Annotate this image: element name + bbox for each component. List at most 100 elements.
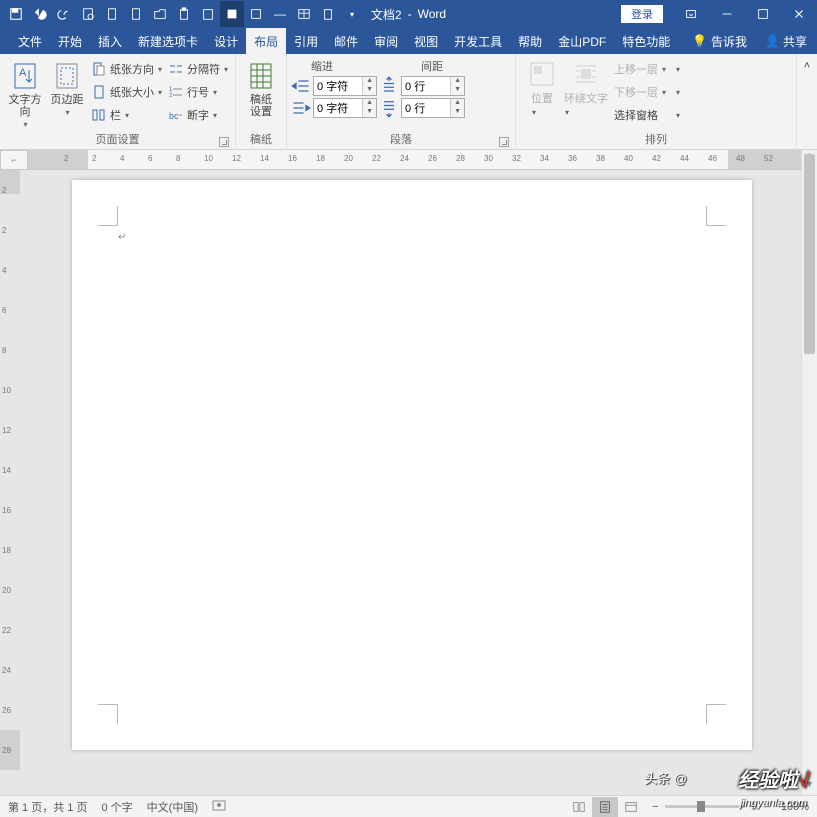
share-button[interactable]: 👤 共享 bbox=[765, 33, 807, 50]
align-button: ▾ bbox=[669, 58, 683, 80]
zoom-control[interactable]: − + 100% bbox=[652, 801, 809, 813]
tab-newopt[interactable]: 新建选项卡 bbox=[130, 28, 206, 54]
vertical-scrollbar[interactable]: ▲ ▼ bbox=[801, 150, 817, 795]
zoom-value[interactable]: 100% bbox=[763, 801, 809, 813]
tab-mailings[interactable]: 邮件 bbox=[326, 28, 366, 54]
tab-kingsoft-pdf[interactable]: 金山PDF bbox=[550, 28, 614, 54]
spacing-before-icon bbox=[379, 76, 399, 96]
dash-icon[interactable]: — bbox=[268, 1, 292, 27]
writing-paper-button[interactable]: 稿纸设置 bbox=[240, 56, 282, 118]
paste2-icon[interactable] bbox=[316, 1, 340, 27]
tab-review[interactable]: 审阅 bbox=[366, 28, 406, 54]
text-direction-button[interactable]: A 文字方向▾ bbox=[4, 56, 46, 131]
tab-home[interactable]: 开始 bbox=[50, 28, 90, 54]
view2-icon[interactable] bbox=[244, 1, 268, 27]
margins-button[interactable]: 页边距▾ bbox=[46, 56, 88, 119]
spacing-before-input[interactable]: ▲▼ bbox=[401, 76, 465, 96]
crop-mark bbox=[98, 206, 118, 226]
hyphenation-button[interactable]: bc断字▾ bbox=[165, 104, 231, 126]
indent-left-input[interactable]: ▲▼ bbox=[313, 76, 377, 96]
tab-insert[interactable]: 插入 bbox=[90, 28, 130, 54]
view1-icon[interactable] bbox=[220, 1, 244, 27]
read-mode-icon[interactable] bbox=[566, 797, 592, 817]
new-doc-icon[interactable] bbox=[100, 1, 124, 27]
language-status[interactable]: 中文(中国) bbox=[147, 799, 198, 815]
paragraph-dialog-icon[interactable] bbox=[499, 137, 509, 147]
minimize-icon[interactable] bbox=[709, 0, 745, 28]
doc-name: 文档2 bbox=[371, 6, 402, 23]
orientation-button[interactable]: 纸张方向▾ bbox=[88, 58, 165, 80]
open-icon[interactable] bbox=[148, 1, 172, 27]
group-paragraph: 缩进 间距 ▲▼ ▲▼ ▲▼ ▲▼ 段落 bbox=[287, 54, 516, 149]
page[interactable]: ↵ bbox=[72, 180, 752, 750]
ruler-corner[interactable]: ⌐ bbox=[0, 150, 28, 170]
collapse-ribbon-icon[interactable]: ˄ bbox=[797, 54, 817, 149]
tab-help[interactable]: 帮助 bbox=[510, 28, 550, 54]
page-setup-dialog-icon[interactable] bbox=[219, 137, 229, 147]
horizontal-ruler[interactable]: 2246810121416182022242628303234363840424… bbox=[28, 150, 801, 170]
print-preview-icon[interactable] bbox=[76, 1, 100, 27]
tell-me[interactable]: 💡 告诉我 bbox=[692, 33, 747, 50]
word-count[interactable]: 0 个字 bbox=[101, 799, 132, 815]
crop-mark bbox=[706, 704, 726, 724]
table-icon[interactable] bbox=[292, 1, 316, 27]
tab-references[interactable]: 引用 bbox=[286, 28, 326, 54]
line-numbers-icon: 12 bbox=[168, 84, 184, 100]
tab-special[interactable]: 特色功能 bbox=[614, 28, 678, 54]
titlebar: — ▾ 文档2 - Word 登录 bbox=[0, 0, 817, 28]
orientation-icon bbox=[91, 61, 107, 77]
paste-icon[interactable] bbox=[172, 1, 196, 27]
columns-icon bbox=[91, 107, 107, 123]
selection-pane-button[interactable]: 选择窗格 bbox=[608, 104, 669, 126]
scroll-down-icon[interactable]: ▼ bbox=[802, 779, 817, 795]
clipboard-icon[interactable] bbox=[196, 1, 220, 27]
crop-mark bbox=[706, 206, 726, 226]
crop-mark bbox=[98, 704, 118, 724]
lightbulb-icon: 💡 bbox=[692, 34, 707, 48]
undo-icon[interactable] bbox=[28, 1, 52, 27]
login-button[interactable]: 登录 bbox=[621, 5, 663, 23]
workspace: ⌐ 2246810121416182022242628 224681012141… bbox=[0, 150, 817, 795]
new-doc2-icon[interactable] bbox=[124, 1, 148, 27]
macro-record-icon[interactable] bbox=[212, 798, 226, 815]
group-button: ▾ bbox=[669, 81, 683, 103]
writing-paper-icon bbox=[245, 60, 277, 92]
columns-button[interactable]: 栏▾ bbox=[88, 104, 165, 126]
save-icon[interactable] bbox=[4, 1, 28, 27]
spacing-after-input[interactable]: ▲▼ bbox=[401, 98, 465, 118]
document-area[interactable]: ↵ bbox=[28, 170, 801, 795]
zoom-out-icon[interactable]: − bbox=[652, 801, 658, 813]
print-layout-icon[interactable] bbox=[592, 797, 618, 817]
breaks-button[interactable]: 分隔符▾ bbox=[165, 58, 231, 80]
tab-design[interactable]: 设计 bbox=[206, 28, 246, 54]
tab-view[interactable]: 视图 bbox=[406, 28, 446, 54]
scroll-thumb[interactable] bbox=[804, 154, 815, 354]
wrap-icon bbox=[572, 60, 600, 88]
wrap-text-button: 环绕文字▾ bbox=[564, 56, 608, 118]
tab-file[interactable]: 文件 bbox=[10, 28, 50, 54]
indent-left-icon bbox=[291, 76, 311, 96]
ribbon-options-icon[interactable] bbox=[673, 0, 709, 28]
svg-text:2: 2 bbox=[169, 93, 173, 99]
bring-forward-button: 上移一层▾ bbox=[608, 58, 669, 80]
zoom-slider[interactable] bbox=[665, 805, 745, 808]
hyphen-icon: bc bbox=[168, 107, 184, 123]
size-button[interactable]: 纸张大小▾ bbox=[88, 81, 165, 103]
send-backward-button: 下移一层▾ bbox=[608, 81, 669, 103]
group-page-setup: A 文字方向▾ 页边距▾ 纸张方向▾ 纸张大小▾ 栏▾ 分隔符▾ 12行号▾ b… bbox=[0, 54, 236, 149]
indent-right-input[interactable]: ▲▼ bbox=[313, 98, 377, 118]
qat-more-icon[interactable]: ▾ bbox=[340, 1, 364, 27]
zoom-in-icon[interactable]: + bbox=[751, 801, 757, 813]
redo-icon[interactable] bbox=[52, 1, 76, 27]
maximize-icon[interactable] bbox=[745, 0, 781, 28]
indent-right-icon bbox=[291, 98, 311, 118]
position-icon bbox=[528, 60, 556, 88]
spacing-after-icon bbox=[379, 98, 399, 118]
tab-devtools[interactable]: 开发工具 bbox=[446, 28, 510, 54]
line-numbers-button[interactable]: 12行号▾ bbox=[165, 81, 231, 103]
web-layout-icon[interactable] bbox=[618, 797, 644, 817]
share-icon: 👤 bbox=[765, 34, 780, 48]
close-icon[interactable] bbox=[781, 0, 817, 28]
page-status[interactable]: 第 1 页，共 1 页 bbox=[8, 799, 87, 815]
tab-layout[interactable]: 布局 bbox=[246, 28, 286, 54]
